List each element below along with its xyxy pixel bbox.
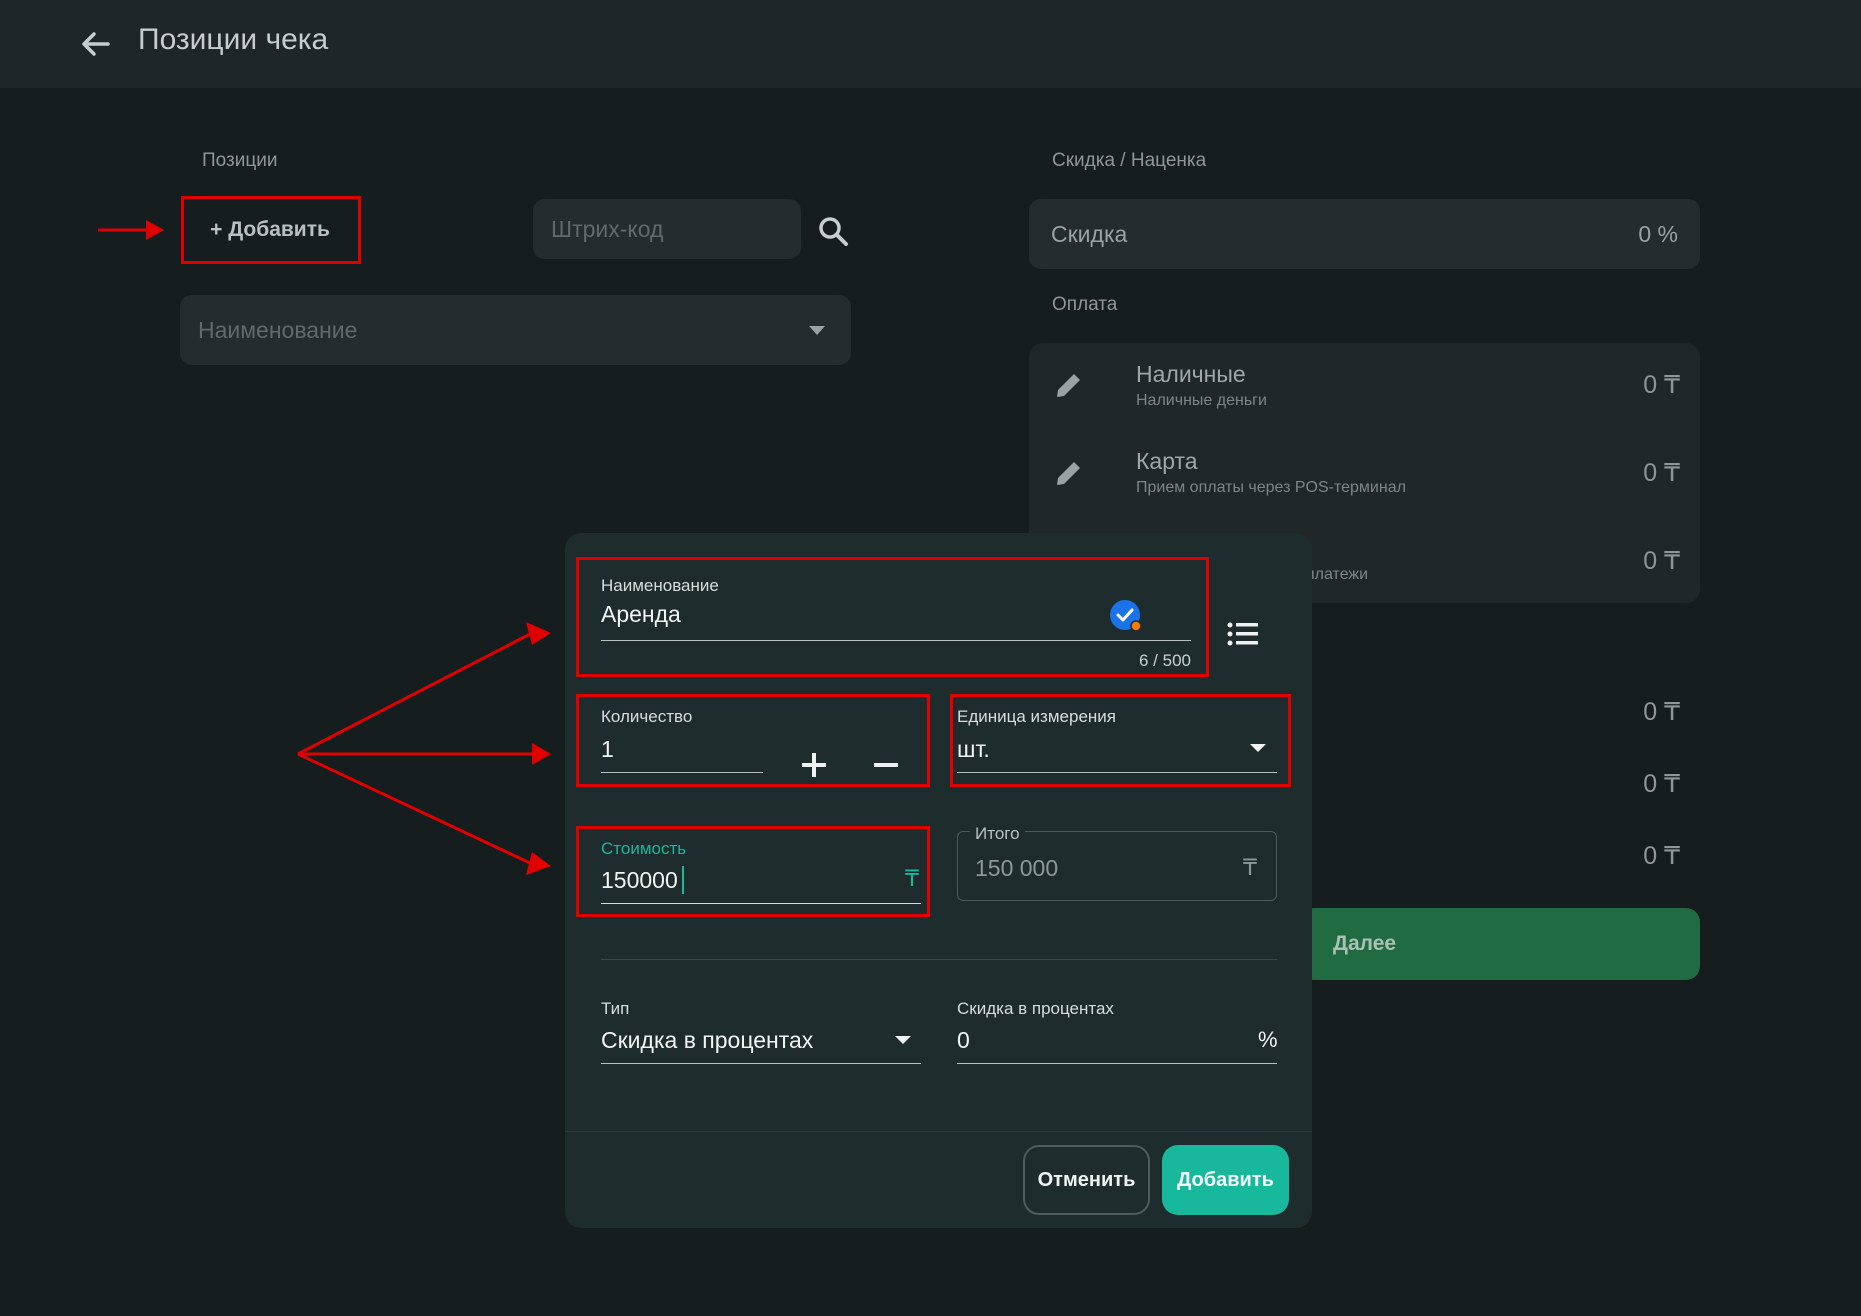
search-icon[interactable] <box>813 211 853 251</box>
annotation-box-unit <box>950 694 1291 787</box>
payment-section-label: Оплата <box>1052 294 1118 315</box>
total-field-value: 150 000 <box>975 855 1059 881</box>
dialog-divider <box>601 959 1277 960</box>
discount-row[interactable]: Скидка 0 % <box>1029 199 1700 269</box>
dialog-add-button[interactable]: Добавить <box>1162 1145 1289 1215</box>
payment-other-amount: 0 ₸ <box>1643 547 1680 575</box>
pencil-icon[interactable] <box>1052 368 1086 402</box>
next-button[interactable]: Далее <box>1300 908 1700 980</box>
type-select[interactable]: Скидка в процентах <box>601 1027 813 1054</box>
cancel-button[interactable]: Отменить <box>1023 1145 1150 1215</box>
total-amount-3: 0 ₸ <box>1643 842 1680 870</box>
percent-field-underline <box>957 1063 1277 1064</box>
annotation-box-name <box>576 557 1209 677</box>
arrow-left-icon[interactable] <box>74 22 118 66</box>
percent-suffix: % <box>1258 1027 1278 1052</box>
percent-field[interactable]: 0 <box>957 1027 970 1054</box>
total-currency-suffix: ₸ <box>1243 855 1257 880</box>
annotation-box-quantity <box>576 694 930 787</box>
payment-cash-title: Наличные <box>1136 361 1246 387</box>
name-select[interactable]: Наименование <box>180 295 851 365</box>
total-amount-2: 0 ₸ <box>1643 770 1680 798</box>
name-select-placeholder: Наименование <box>198 317 358 343</box>
payment-card-amount: 0 ₸ <box>1643 459 1680 487</box>
payment-cash-amount: 0 ₸ <box>1643 371 1680 399</box>
discount-section-label: Скидка / Наценка <box>1052 150 1207 171</box>
payment-cash-subtitle: Наличные деньги <box>1136 392 1267 409</box>
pencil-icon[interactable] <box>1052 456 1086 490</box>
discount-value: 0 % <box>1638 221 1678 247</box>
total-field-label: Итого <box>970 824 1025 844</box>
positions-section-label: Позиции <box>202 150 278 171</box>
payment-other-subtitle: платежи <box>1306 566 1369 583</box>
barcode-input[interactable]: Штрих-код <box>533 199 801 259</box>
page-title: Позиции чека <box>138 23 329 56</box>
annotation-box-add <box>181 196 361 264</box>
type-field-underline <box>601 1063 921 1064</box>
annotation-arrows-fan <box>297 622 551 875</box>
list-icon[interactable] <box>1226 618 1260 652</box>
chevron-down-icon[interactable] <box>895 1036 911 1044</box>
discount-label: Скидка <box>1051 221 1128 247</box>
payment-card-title: Карта <box>1136 448 1198 474</box>
payment-card-subtitle: Прием оплаты через POS-терминал <box>1136 479 1406 496</box>
percent-field-label: Скидка в процентах <box>957 999 1114 1018</box>
chevron-down-icon <box>809 326 825 335</box>
annotation-arrow-add <box>98 220 164 240</box>
annotation-box-cost <box>576 826 930 917</box>
dialog-footer-divider <box>565 1131 1312 1132</box>
type-field-label: Тип <box>601 999 630 1018</box>
total-amount-1: 0 ₸ <box>1643 698 1680 726</box>
